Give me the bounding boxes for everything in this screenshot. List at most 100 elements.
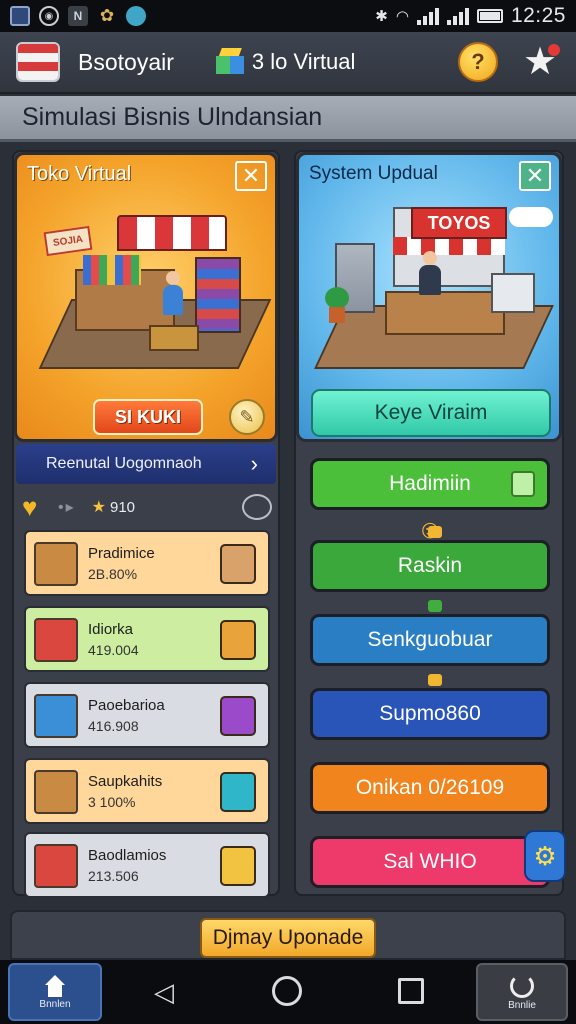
item-text: Idiorka 419.004 — [88, 621, 139, 658]
gallery-icon — [10, 6, 30, 26]
n-icon: N — [68, 6, 88, 26]
card-title: Toko Virtual — [27, 163, 132, 185]
action-button-label: Supmo860 — [379, 702, 481, 725]
flag-icon[interactable] — [16, 42, 60, 82]
bluetooth-icon: ✱ — [375, 8, 388, 25]
tag-icon[interactable] — [242, 494, 272, 520]
title-band: Simulasi Bisnis Ulndansian — [0, 96, 576, 142]
signal-icon — [416, 7, 439, 25]
pencil-icon[interactable]: ✎ — [229, 399, 265, 435]
office-illustration: TOYOS — [314, 207, 554, 377]
item-icon — [34, 844, 78, 888]
subnav-label: Reenutal Uogomnaoh — [46, 455, 202, 472]
action-button-label: Raskin — [397, 554, 463, 577]
globe-icon — [126, 6, 146, 26]
item-value: 416.908 — [88, 717, 139, 734]
sync-icon: ◉ — [39, 6, 59, 26]
connector-icon — [428, 600, 442, 612]
action-button-label: Sal WHIO — [383, 850, 477, 873]
subnav-link[interactable]: Reenutal Uogomnaoh › — [16, 444, 276, 484]
smiley-icon: ☺ — [416, 514, 444, 544]
star-coin-icon: ★ — [91, 499, 106, 516]
action-button[interactable]: Supmo860 — [310, 688, 550, 740]
coin-count: 910 — [109, 498, 136, 516]
shop-action-button[interactable]: SI KUKI — [93, 399, 203, 435]
gem-icon — [511, 471, 535, 497]
action-button[interactable]: Senkguobuar — [310, 614, 550, 666]
app-header: Bsotoyair 3 lo Virtual ? ★ — [0, 32, 576, 94]
item-badge-icon[interactable] — [220, 620, 256, 660]
system-action-button[interactable]: Keye Viraim — [311, 389, 551, 437]
back-icon[interactable]: ◁ — [150, 978, 178, 1006]
office-sign: TOYOS — [411, 207, 507, 239]
list-item[interactable]: Idiorka 419.004 — [24, 606, 270, 672]
action-button-label: Hadimiin — [389, 472, 471, 495]
item-icon — [34, 618, 78, 662]
item-badge-icon[interactable] — [220, 544, 256, 584]
system-update-card[interactable]: System Updual ✕ TOYOS Keye Viraim — [296, 152, 562, 442]
right-panel: System Updual ✕ TOYOS Keye Viraim Hadimi… — [294, 150, 566, 896]
action-button[interactable]: Hadimiin — [310, 458, 550, 510]
item-text: Paoebarioa 416.908 — [88, 697, 165, 734]
action-button[interactable]: Raskin — [310, 540, 550, 592]
action-button[interactable]: Sal WHIO — [310, 836, 550, 888]
toko-virtual-card[interactable]: Toko Virtual ✕ SOJIA SI KUKI ✎ — [14, 152, 278, 442]
battery-icon — [476, 9, 503, 23]
settings-gear-icon[interactable]: ⚙ — [524, 830, 566, 882]
item-value: 213.506 — [88, 867, 139, 884]
item-badge-icon[interactable] — [220, 846, 256, 886]
help-emoji-icon[interactable]: ? — [458, 42, 498, 82]
item-value: 419.004 — [88, 641, 139, 658]
list-item[interactable]: Paoebarioa 416.908 — [24, 682, 270, 748]
wifi-icon: ◠ — [395, 8, 409, 25]
navigation-bar: Bnnlen ◁ Bnnlie — [0, 960, 576, 1024]
gear-icon: ✿ — [99, 6, 115, 25]
refresh-button[interactable]: Bnnlie — [476, 963, 568, 1021]
action-button-label: Senkguobuar — [367, 628, 493, 651]
mode-label[interactable]: 3 lo Virtual — [252, 49, 356, 75]
home-circle-icon[interactable] — [272, 976, 302, 1006]
chevron-right-icon: › — [250, 451, 258, 476]
shop-sign: SOJIA — [43, 225, 93, 257]
item-badge-icon[interactable] — [220, 772, 256, 812]
card-title: System Updual — [309, 163, 438, 184]
refresh-icon — [510, 973, 534, 998]
action-button[interactable]: Onikan 0/26109 — [310, 762, 550, 814]
item-value: 2B.80% — [88, 565, 138, 582]
list-item[interactable]: Pradimice 2B.80% — [24, 530, 270, 596]
stats-row: ♥ •▸ ★ 910 — [22, 492, 272, 522]
refresh-label: Bnnlie — [508, 999, 536, 1011]
clock: 12:25 — [510, 4, 566, 27]
action-button-label: Onikan 0/26109 — [355, 776, 505, 799]
item-text: Pradimice 2B.80% — [88, 545, 155, 582]
favorites-star-icon[interactable]: ★ — [520, 42, 560, 82]
upgrade-button[interactable]: Djmay Uponade — [200, 918, 376, 958]
shop-illustration: SOJIA — [38, 207, 272, 377]
item-name: Idiorka — [88, 620, 134, 638]
item-text: Baodlamios 213.506 — [88, 847, 166, 884]
recents-square-icon[interactable] — [398, 978, 424, 1004]
home-icon — [43, 974, 67, 997]
item-name: Pradimice — [88, 544, 155, 562]
item-name: Baodlamios — [88, 846, 167, 864]
list-item[interactable]: Baodlamios 213.506 — [24, 832, 270, 898]
heart-icon: ♥ — [22, 492, 38, 522]
left-panel: Toko Virtual ✕ SOJIA SI KUKI ✎ Reenutal … — [12, 150, 280, 898]
item-badge-icon[interactable] — [220, 696, 256, 736]
item-name: Saupkahits — [88, 772, 163, 790]
cube-icon — [215, 48, 244, 76]
close-icon[interactable]: ✕ — [519, 161, 551, 191]
signal-icon — [446, 7, 469, 25]
item-icon — [34, 694, 78, 738]
close-icon[interactable]: ✕ — [235, 161, 267, 191]
page-title: Simulasi Bisnis Ulndansian — [22, 103, 323, 131]
home-button[interactable]: Bnnlen — [8, 963, 102, 1021]
item-icon — [34, 770, 78, 814]
item-name: Paoebarioa — [88, 696, 165, 714]
item-value: 3 100% — [88, 793, 136, 810]
item-text: Saupkahits 3 100% — [88, 773, 162, 810]
item-icon — [34, 542, 78, 586]
arrow-dots-icon: •▸ — [58, 499, 76, 516]
list-item[interactable]: Saupkahits 3 100% — [24, 758, 270, 824]
connector-icon — [428, 674, 442, 686]
